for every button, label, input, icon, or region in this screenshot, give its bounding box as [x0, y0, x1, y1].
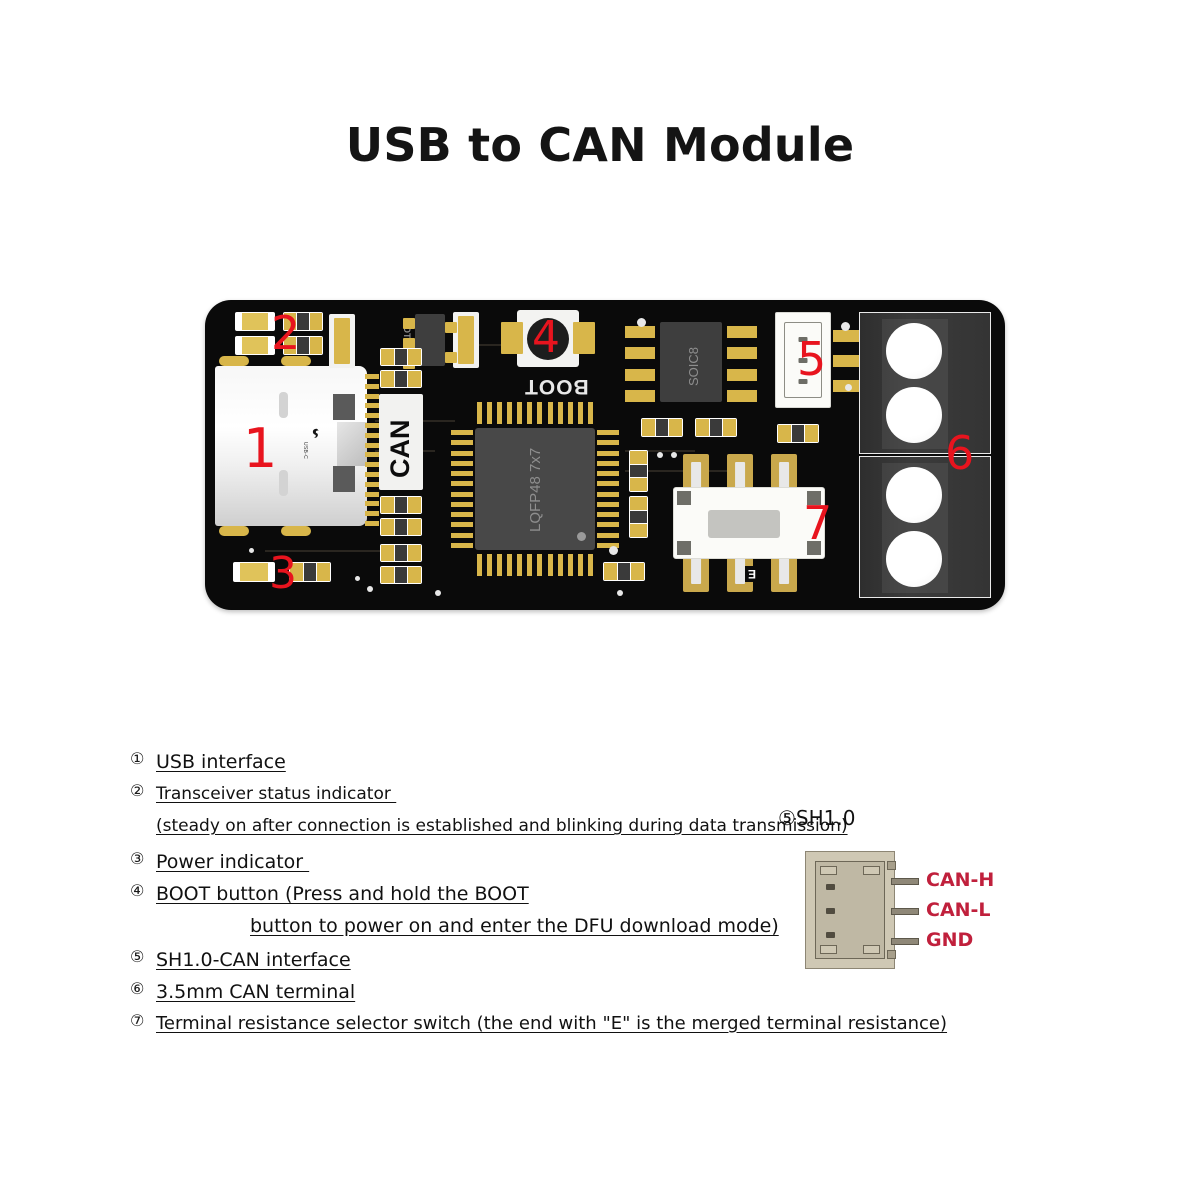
legend-label-2-detail: (steady on after connection is establish…: [156, 816, 848, 836]
can-transceiver-soic8: SOIC8: [660, 322, 722, 402]
silk-transceiver-label: SOIC8: [686, 346, 701, 386]
legend-label-4: BOOT button (Press and hold the BOOT: [156, 883, 529, 905]
legend-item-1: ① USB interface: [130, 748, 1000, 776]
legend-label-3: Power indicator: [156, 851, 310, 873]
callout-number-6: 6: [945, 426, 975, 480]
sh10-label-gnd: GND: [926, 929, 974, 951]
silk-can-label: CAN: [385, 419, 415, 479]
legend-bullet-7: ⑦: [130, 1011, 145, 1030]
legend-bullet-2: ②: [130, 781, 145, 800]
sh10-label-canl: CAN-L: [926, 899, 991, 921]
legend-label-6: 3.5mm CAN terminal: [156, 981, 356, 1003]
mcu-pin-row-top: [477, 402, 593, 424]
sh10-callout-header: ⑤SH1.0: [778, 806, 856, 830]
pcb-board-illustration: USB‑C BOOT CAN LQFP48 7x7 SOIC8 E 2 1 3 …: [205, 300, 1005, 610]
usbc-logo-text: USB‑C: [302, 442, 308, 460]
sh10-pinout-callout: ⑤SH1.0 CAN-H CAN-L GND: [778, 806, 1008, 986]
page-root: USB to CAN Module USB‑C BOOT CAN LQFP48 …: [0, 0, 1200, 1200]
silk-boot-label: BOOT: [524, 375, 589, 398]
mcu-pin-row-left: [451, 430, 473, 548]
silk-mcu-label: LQFP48 7x7: [527, 447, 544, 532]
page-title: USB to CAN Module: [345, 118, 855, 172]
callout-number-5: 5: [797, 332, 827, 386]
legend-label-1: USB interface: [156, 751, 286, 773]
sh10-label-canh: CAN-H: [926, 869, 995, 891]
usbc-brand-logo: [311, 428, 322, 441]
soic8-pin-row-right: [727, 326, 757, 402]
pcb-substrate: USB‑C BOOT CAN LQFP48 7x7 SOIC8 E 2 1 3 …: [205, 300, 1005, 610]
mcu-pin-row-right: [597, 430, 619, 548]
sh10-pin-row: [833, 330, 859, 392]
legend-bullet-1: ①: [130, 749, 145, 768]
legend-item-7: ⑦ Terminal resistance selector switch (t…: [130, 1010, 1000, 1038]
usb-c-connector: USB‑C: [215, 366, 367, 526]
sh10-connector-drawing: [805, 851, 896, 969]
silk-switch-e-mark: E: [745, 566, 760, 582]
callout-number-2: 2: [271, 306, 301, 360]
sh10-pin-canl: [891, 908, 919, 915]
soic8-pin-row-left: [625, 326, 655, 402]
legend-bullet-5: ⑤: [130, 947, 145, 966]
sh10-pin-canh: [891, 878, 919, 885]
legend-bullet-4: ④: [130, 881, 145, 900]
callout-number-1: 1: [243, 417, 278, 480]
legend-bullet-6: ⑥: [130, 979, 145, 998]
legend-label-2: Transceiver status indicator: [156, 784, 397, 804]
legend-bullet-3: ③: [130, 849, 145, 868]
transceiver-status-led-2: [235, 336, 275, 355]
callout-number-3: 3: [269, 548, 297, 599]
callout-number-4: 4: [532, 312, 560, 363]
mcu-lqfp48: LQFP48 7x7: [475, 428, 595, 550]
transceiver-status-led: [235, 312, 275, 331]
switch-lever[interactable]: [708, 510, 780, 538]
callout-number-7: 7: [803, 496, 833, 550]
usbc-pin-row: [365, 374, 379, 526]
mcu-pin-row-bottom: [477, 554, 593, 576]
legend-item-2: ② Transceiver status indicator: [130, 780, 1000, 808]
legend-label-7: Terminal resistance selector switch (the…: [156, 1013, 948, 1034]
legend-label-4-detail: button to power on and enter the DFU dow…: [250, 915, 779, 937]
legend-label-5: SH1.0-CAN interface: [156, 949, 351, 971]
sh10-pin-gnd: [891, 938, 919, 945]
